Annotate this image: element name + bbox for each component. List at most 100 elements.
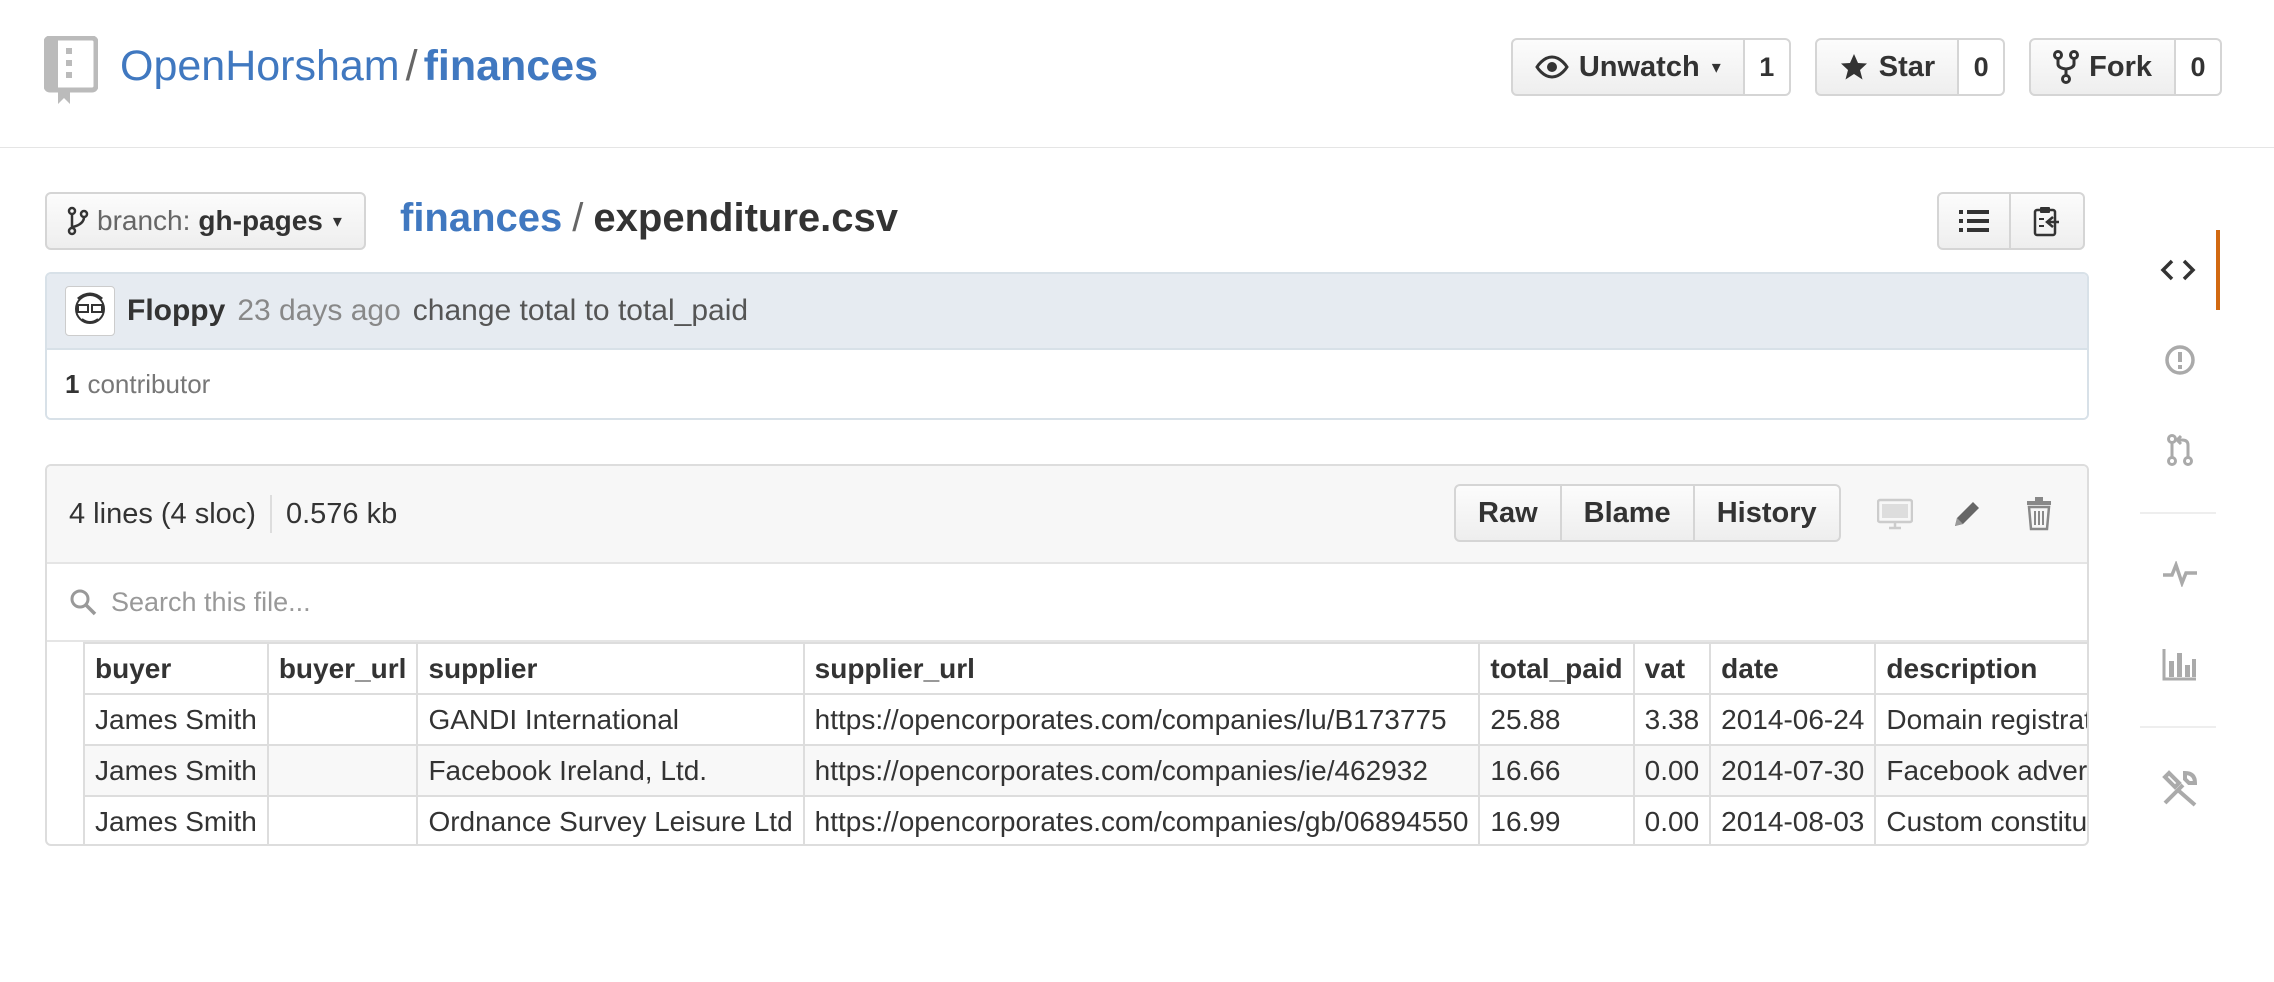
delete-file-button[interactable] xyxy=(2019,494,2059,534)
clippy-icon xyxy=(2033,207,2059,237)
commit-message[interactable]: change total to total_paid xyxy=(413,294,748,328)
owner-link[interactable]: OpenHorsham xyxy=(120,42,400,90)
fork-icon xyxy=(2053,50,2080,84)
commit-tease: Floppy 23 days ago change total to total… xyxy=(45,272,2089,420)
column-header: supplier_url xyxy=(802,642,1481,695)
issues-icon xyxy=(2165,345,2195,375)
column-header: buyer xyxy=(83,642,269,695)
search-input[interactable] xyxy=(111,586,911,618)
branch-prefix: branch: xyxy=(97,205,191,236)
unwatch-button[interactable]: Unwatch ▾ xyxy=(1510,38,1745,96)
sidebar-item-pull-requests[interactable] xyxy=(2140,410,2220,490)
stars-count[interactable]: 0 xyxy=(1959,38,2006,96)
contributor-label: contributor xyxy=(87,368,211,399)
table-cell: GANDI International xyxy=(416,693,805,746)
csv-table: buyer buyer_url supplier supplier_url to… xyxy=(83,642,2087,844)
watch-group: Unwatch ▾ 1 xyxy=(1510,38,1791,96)
title-separator: / xyxy=(405,42,418,90)
repo-title: OpenHorsham / finances xyxy=(120,38,598,94)
breadcrumb-root-link[interactable]: finances xyxy=(400,196,562,240)
column-header: buyer_url xyxy=(266,642,419,695)
file-header: 4 lines (4 sloc) 0.576 kb Raw Blame Hist… xyxy=(47,466,2087,564)
table-cell: 0.00 xyxy=(1632,795,1712,844)
chevron-down-icon: ▾ xyxy=(1711,56,1721,77)
commit-time: 23 days ago xyxy=(237,294,401,327)
table-cell: 25.88 xyxy=(1478,693,1635,746)
unwatch-label: Unwatch xyxy=(1578,50,1700,83)
table-cell: 3.38 xyxy=(1632,693,1712,746)
watchers-count[interactable]: 1 xyxy=(1744,38,1791,96)
fork-label: Fork xyxy=(2089,50,2152,83)
code-icon xyxy=(2160,259,2196,281)
chevron-down-icon: ▾ xyxy=(332,210,342,231)
sidebar-divider xyxy=(2140,512,2216,514)
table-cell: https://opencorporates.com/companies/lu/… xyxy=(802,693,1481,746)
sidebar-item-pulse[interactable] xyxy=(2140,534,2220,614)
pull-request-icon xyxy=(2167,434,2193,466)
table-cell xyxy=(266,795,419,844)
table-cell: Domain registration xyxy=(1874,693,2087,746)
latest-commit: Floppy 23 days ago change total to total… xyxy=(47,274,2087,350)
star-button[interactable]: Star xyxy=(1814,38,1960,96)
file-info-divider xyxy=(269,495,272,533)
star-icon xyxy=(1840,54,1867,80)
table-cell: Custom constituency xyxy=(1874,795,2087,844)
table-cell: 2014-08-03 xyxy=(1709,795,1877,844)
file-box: 4 lines (4 sloc) 0.576 kb Raw Blame Hist… xyxy=(45,464,2089,846)
avatar-image xyxy=(75,292,105,324)
sidebar-item-code[interactable] xyxy=(2140,230,2220,310)
table-row: James Smith Ordnance Survey Leisure Ltd … xyxy=(83,795,2087,844)
repo-header: OpenHorsham / finances Unwatch ▾ 1 Star 0 … xyxy=(0,0,2274,148)
table-cell: James Smith xyxy=(83,693,269,746)
commit-author[interactable]: Floppy xyxy=(127,294,225,328)
branch-name: gh-pages xyxy=(198,205,323,236)
star-label: Star xyxy=(1878,50,1936,83)
file-search xyxy=(47,564,2087,642)
history-button[interactable]: History xyxy=(1694,484,1841,542)
open-desktop-button[interactable] xyxy=(1875,494,1915,534)
file-list-button[interactable] xyxy=(1937,192,2011,250)
sidebar-item-issues[interactable] xyxy=(2140,320,2220,400)
repo-link[interactable]: finances xyxy=(424,42,598,90)
repo-actions: Unwatch ▾ 1 Star 0 Fork 0 xyxy=(1510,38,2222,96)
table-cell: 2014-06-24 xyxy=(1709,693,1877,746)
breadcrumb-file: expenditure.csv xyxy=(593,196,898,240)
table-gutter xyxy=(47,642,85,844)
desktop-icon xyxy=(1877,498,1913,530)
avatar[interactable] xyxy=(65,286,115,336)
sidebar-item-graphs[interactable] xyxy=(2140,624,2220,704)
column-header: vat xyxy=(1632,642,1712,695)
list-icon xyxy=(1959,210,1989,232)
breadcrumb-separator: / xyxy=(572,196,584,240)
table-cell xyxy=(266,693,419,746)
sidebar-item-settings[interactable] xyxy=(2140,748,2220,828)
edit-file-button[interactable] xyxy=(1947,494,1987,534)
column-header: description xyxy=(1874,642,2087,695)
branch-selector[interactable]: branch: gh-pages ▾ xyxy=(45,192,366,250)
trashcan-icon xyxy=(2027,497,2051,531)
blame-button[interactable]: Blame xyxy=(1561,484,1695,542)
forks-count[interactable]: 0 xyxy=(2176,38,2222,96)
table-cell: Facebook advertising xyxy=(1874,744,2087,797)
copy-path-button[interactable] xyxy=(2011,192,2085,250)
column-header: supplier xyxy=(416,642,805,695)
raw-button[interactable]: Raw xyxy=(1454,484,1562,542)
contributors[interactable]: 1 contributor xyxy=(47,350,2087,418)
column-header: total_paid xyxy=(1478,642,1635,695)
contributor-count: 1 xyxy=(65,368,80,399)
pulse-icon xyxy=(2163,561,2197,587)
tools-icon xyxy=(2162,770,2198,807)
search-icon xyxy=(70,589,97,616)
file-nav-buttons xyxy=(1937,192,2085,250)
pencil-icon xyxy=(1955,502,1979,526)
table-cell: https://opencorporates.com/companies/ie/… xyxy=(802,744,1481,797)
table-cell: 16.66 xyxy=(1478,744,1635,797)
file-size: 0.576 kb xyxy=(285,497,398,530)
breadcrumb: finances / expenditure.csv xyxy=(400,190,898,246)
column-header: date xyxy=(1709,642,1877,695)
file-lines: 4 lines (4 sloc) xyxy=(69,497,256,530)
fork-button[interactable]: Fork xyxy=(2029,38,2176,96)
table-row: James Smith GANDI International https://… xyxy=(83,693,2087,746)
repo-sidebar xyxy=(2140,200,2220,870)
file-actions: Raw Blame History xyxy=(1454,484,1841,542)
